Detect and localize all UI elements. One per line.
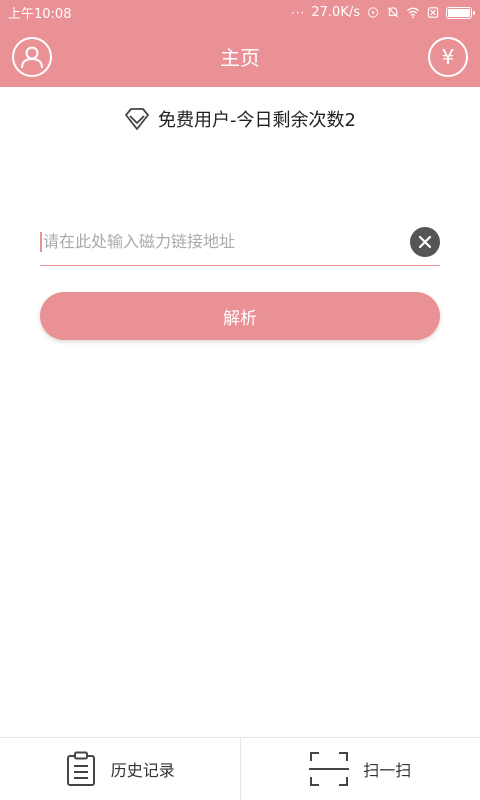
user-tier: 免费用户-今日剩余次数2 <box>0 104 480 134</box>
text-caret <box>40 231 42 252</box>
status-bar: 上午10:08 ··· 27.0K/s <box>0 0 480 25</box>
history-nav-item[interactable]: 历史记录 <box>0 738 240 800</box>
magnet-link-input[interactable] <box>43 221 410 262</box>
user-icon <box>21 46 43 69</box>
clipboard-icon <box>66 751 95 786</box>
magnet-input-row <box>40 218 440 266</box>
scan-icon <box>309 752 350 786</box>
header: 主页 ¥ <box>0 25 480 87</box>
parse-button[interactable]: 解析 <box>40 292 440 340</box>
bottom-nav: 历史记录 扫一扫 <box>0 737 480 800</box>
mute-bell-icon <box>387 7 399 18</box>
sync-icon <box>367 7 379 18</box>
network-speed: 27.0K/s <box>311 5 360 20</box>
scan-label: 扫一扫 <box>363 761 412 780</box>
status-time: 上午10:08 <box>8 7 72 22</box>
close-icon <box>418 235 432 248</box>
diamond-icon <box>125 108 149 130</box>
app-root: 上午10:08 ··· 27.0K/s 主页 ¥ 免费用户-今日剩余次数2 请在… <box>0 0 480 800</box>
yuan-icon: ¥ <box>441 45 455 69</box>
status-dots: ··· <box>290 5 306 20</box>
wifi-icon <box>407 7 419 19</box>
user-profile-button[interactable] <box>12 37 52 77</box>
history-label: 历史记录 <box>110 761 175 780</box>
page-title: 主页 <box>220 45 260 70</box>
scan-nav-item[interactable]: 扫一扫 <box>241 738 480 800</box>
status-right: ··· 27.0K/s <box>290 5 475 20</box>
no-sim-icon <box>427 7 439 18</box>
battery-icon <box>446 6 475 19</box>
clear-input-button[interactable] <box>410 226 440 257</box>
recharge-button[interactable]: ¥ <box>428 37 468 77</box>
user-tier-text: 免费用户-今日剩余次数2 <box>158 110 356 131</box>
battery-fill <box>448 8 470 17</box>
status-left: 上午10:08 <box>8 3 71 22</box>
